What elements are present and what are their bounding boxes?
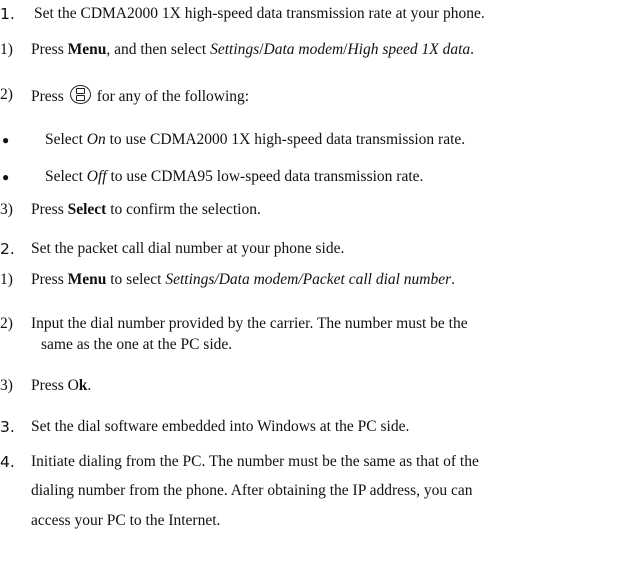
bullet-icon: ● bbox=[2, 170, 10, 184]
bullet-icon: ● bbox=[2, 133, 10, 147]
navigation-key-icon bbox=[69, 85, 91, 104]
